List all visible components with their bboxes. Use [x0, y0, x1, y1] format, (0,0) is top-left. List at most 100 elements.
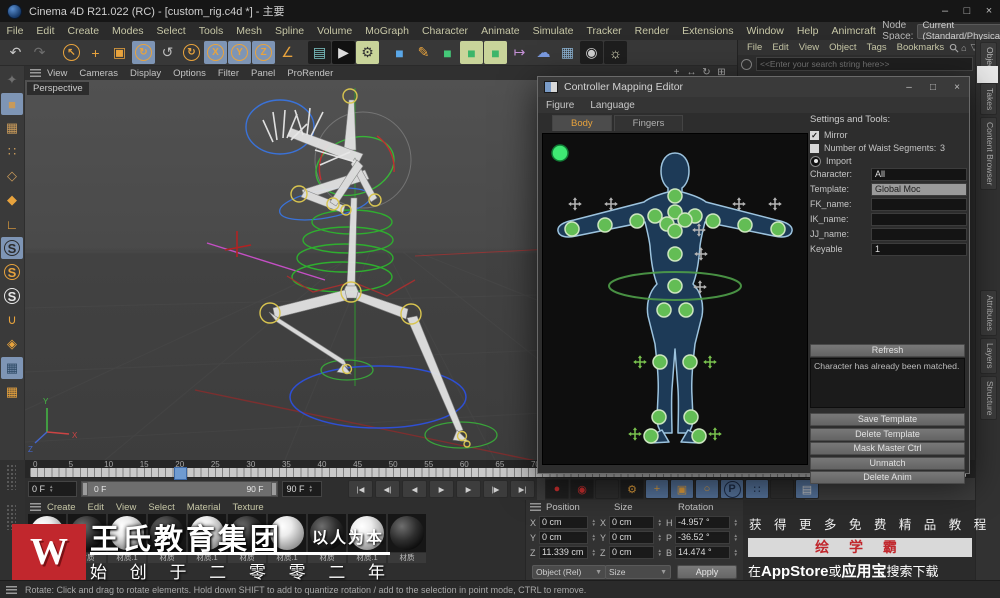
next-key-button[interactable]: |▶ — [483, 480, 508, 498]
polygons-mode-icon[interactable]: ◆ — [1, 189, 23, 211]
material-item[interactable]: 材质 — [68, 514, 106, 563]
material-menu-item[interactable]: Select — [142, 502, 180, 513]
toolbar-icon[interactable] — [52, 41, 59, 64]
key-position-icon[interactable]: + — [645, 479, 669, 499]
enable-snap-icon[interactable]: S — [1, 237, 23, 259]
field-input[interactable]: All — [871, 168, 967, 181]
viewport-menu-item[interactable]: Display — [124, 68, 167, 79]
deformer-icon[interactable]: ■ — [484, 41, 507, 64]
menu-item[interactable]: Window — [740, 25, 790, 37]
objects-menu-item[interactable]: Tags — [862, 42, 892, 53]
menu-item[interactable]: Character — [415, 25, 474, 37]
range-start-handle[interactable] — [82, 482, 88, 496]
spline-pen-icon[interactable]: ✎ — [412, 41, 435, 64]
render-to-picture-viewer-icon[interactable]: ▶ — [332, 41, 355, 64]
workplane-grid-icon[interactable]: ▦ — [1, 381, 23, 403]
green-move-gizmos[interactable] — [628, 355, 722, 441]
key-scale-icon[interactable]: ▣ — [670, 479, 694, 499]
scale-tool-icon[interactable]: ▣ — [108, 41, 131, 64]
dialog-menu-item[interactable]: Figure — [538, 100, 582, 111]
material-menu-item[interactable]: Edit — [82, 502, 110, 513]
autokeying-icon[interactable]: ◉ — [570, 479, 594, 499]
keying-icon[interactable] — [595, 479, 619, 499]
record-active-objects-icon[interactable]: ● — [545, 479, 569, 499]
viewport-menu-item[interactable]: View — [41, 68, 73, 79]
panel-tab[interactable]: Layers — [980, 338, 997, 374]
stepper-icon[interactable]: ▲▼ — [592, 534, 596, 542]
field-icon[interactable]: ▦ — [556, 41, 579, 64]
home-icon[interactable]: ⌂ — [959, 43, 968, 53]
dialog-action-button[interactable]: Save Template — [810, 413, 965, 426]
mirror-checkbox[interactable]: ✓ — [810, 131, 819, 140]
field-input[interactable] — [871, 198, 967, 211]
material-item[interactable]: 材质.1 — [348, 514, 386, 563]
stepper-icon[interactable]: ▲▼ — [734, 534, 738, 542]
refresh-button[interactable]: Refresh — [810, 344, 965, 357]
light-icon[interactable]: ☼ — [604, 41, 627, 64]
material-menu-item[interactable]: Create — [41, 502, 82, 513]
key-parameter-icon[interactable]: P — [720, 479, 744, 499]
material-preview-sphere[interactable] — [308, 514, 346, 552]
waist-checkbox[interactable] — [810, 144, 819, 153]
material-preview-sphere[interactable] — [148, 514, 186, 552]
panel-tab[interactable]: Attributes — [980, 290, 997, 336]
dialog-menu-item[interactable]: Language — [582, 100, 643, 111]
rotation-value-field[interactable]: -4.957 ° — [675, 516, 730, 529]
viewport-menu-item[interactable]: Panel — [245, 68, 281, 79]
objects-menu-item[interactable]: Object — [824, 42, 861, 53]
size-value-field[interactable]: 0 cm — [609, 531, 654, 544]
menu-item[interactable]: File — [0, 25, 30, 37]
stepper-icon[interactable]: ▲▼ — [308, 485, 312, 493]
edges-mode-icon[interactable]: ◇ — [1, 165, 23, 187]
current-frame-marker[interactable] — [174, 467, 187, 480]
material-preview-sphere[interactable] — [108, 514, 146, 552]
objects-menu-item[interactable]: View — [794, 42, 824, 53]
range-end-handle[interactable] — [271, 482, 277, 496]
material-preview-sphere[interactable] — [268, 514, 306, 552]
rotate-tool-icon[interactable]: ↻ — [132, 41, 155, 64]
viewport-menu-item[interactable]: Filter — [212, 68, 245, 79]
viewport-view-label[interactable]: Perspective — [27, 82, 89, 95]
menu-item[interactable]: Edit — [30, 25, 61, 37]
search-scope-icon[interactable] — [741, 59, 752, 70]
prev-frame-button[interactable]: ◀ — [402, 480, 427, 498]
dialog-close-button[interactable]: × — [945, 82, 969, 93]
position-value-field[interactable]: 0 cm — [539, 531, 588, 544]
field-input[interactable]: Global Moc — [871, 183, 967, 196]
material-item[interactable]: 材质.1 — [188, 514, 226, 563]
last-tool-icon[interactable]: ↻ — [180, 41, 203, 64]
figure-mapping-panel[interactable] — [542, 133, 808, 465]
stepper-icon[interactable]: ▲▼ — [49, 485, 53, 493]
points-mode-icon[interactable]: ∷ — [1, 141, 23, 163]
dialog-tab[interactable]: Body — [552, 115, 612, 131]
menu-item[interactable]: MoGraph — [359, 25, 416, 37]
position-value-field[interactable]: 0 cm — [539, 516, 588, 529]
goto-end-button[interactable]: ▶| — [510, 480, 535, 498]
node-space-dropdown[interactable]: Current (Standard/Physical)▼ — [917, 24, 1000, 39]
subdivision-surface-icon[interactable]: ■ — [436, 41, 459, 64]
close-button[interactable]: × — [978, 5, 1000, 17]
material-preview-sphere[interactable] — [188, 514, 226, 552]
stepper-icon[interactable]: ▲▼ — [658, 549, 662, 557]
current-frame-field[interactable]: 0 F▲▼ — [28, 481, 77, 497]
dialog-tab[interactable]: Fingers — [614, 115, 684, 131]
material-menu-item[interactable]: View — [110, 502, 142, 513]
rotation-value-field[interactable]: -36.52 ° — [675, 531, 730, 544]
live-selection-icon[interactable]: ↖ — [60, 41, 83, 64]
field-input[interactable] — [871, 228, 967, 241]
viewport-menu-item[interactable]: ProRender — [281, 68, 339, 79]
goto-start-button[interactable]: |◀ — [348, 480, 373, 498]
menu-item[interactable]: Help — [790, 25, 825, 37]
menu-item[interactable]: Tools — [192, 25, 230, 37]
size-value-field[interactable]: 0 cm — [609, 546, 654, 559]
rotation-value-field[interactable]: 14.474 ° — [675, 546, 730, 559]
size-value-field[interactable]: 0 cm — [609, 516, 654, 529]
add-cube-icon[interactable]: ■ — [388, 41, 411, 64]
material-item[interactable]: 材质.1 — [268, 514, 306, 563]
next-frame-button[interactable]: ▶ — [456, 480, 481, 498]
preview-range-slider[interactable]: 0 F 90 F — [81, 481, 278, 497]
key-pla-icon[interactable]: ∷ — [745, 479, 769, 499]
viewport-menu-item[interactable]: Cameras — [73, 68, 124, 79]
menu-item[interactable]: Spline — [268, 25, 310, 37]
objects-menu-item[interactable]: File — [742, 42, 767, 53]
